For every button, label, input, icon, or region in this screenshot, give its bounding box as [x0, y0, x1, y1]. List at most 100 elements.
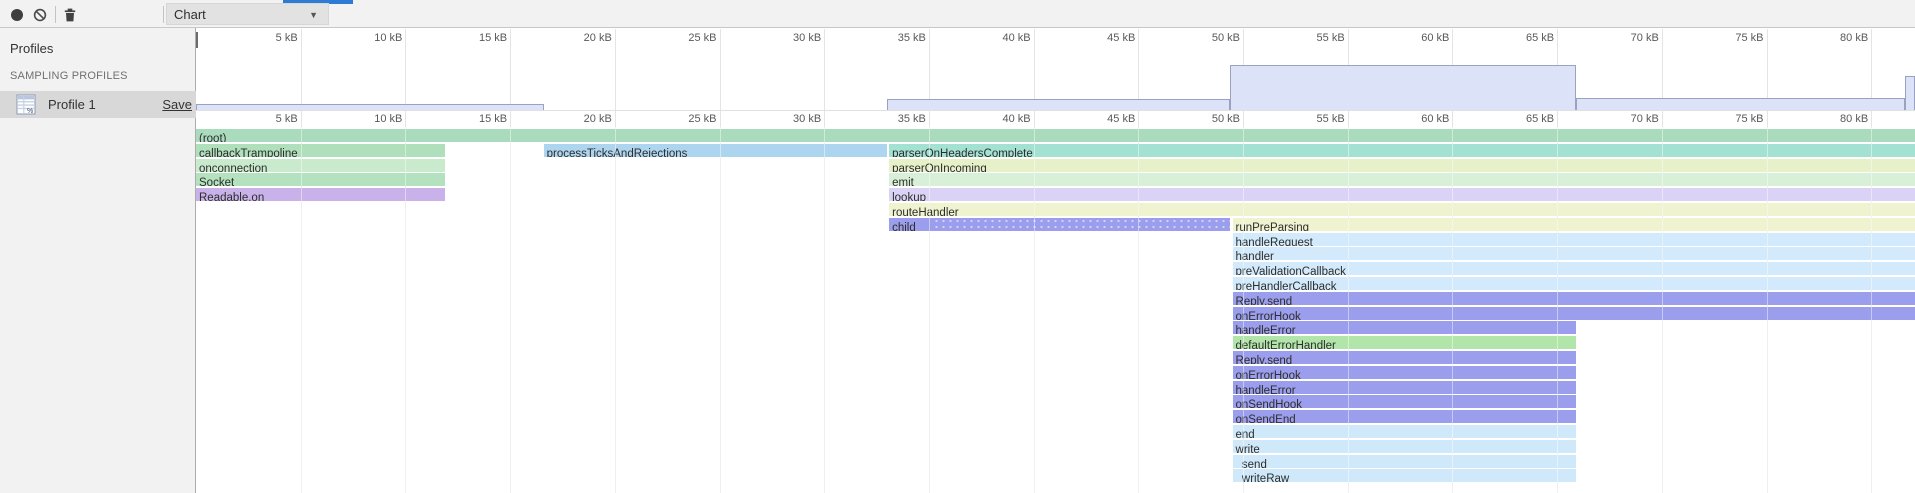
flame-frame[interactable]: _writeRaw — [1233, 469, 1576, 482]
overview-axis-tick: 15 kB — [447, 32, 507, 44]
flame-gridline-highlight — [1871, 127, 1872, 493]
flame-axis-tick: 70 kB — [1599, 113, 1659, 125]
flame-frame-label: Reply.send — [1233, 296, 1293, 305]
clear-icon — [32, 7, 48, 23]
delete-button[interactable] — [62, 7, 78, 23]
overview-gridline — [510, 29, 511, 110]
flame-axis-tick: 30 kB — [761, 113, 821, 125]
flame-frame[interactable]: defaultErrorHandler — [1233, 336, 1576, 349]
flame-gridline-highlight — [929, 127, 930, 493]
flame-axis-tick: 50 kB — [1180, 113, 1240, 125]
flame-axis-tick: 60 kB — [1389, 113, 1449, 125]
flame-frame[interactable]: preValidationCallback — [1233, 262, 1915, 275]
flame-frame[interactable]: preHandlerCallback — [1233, 277, 1915, 290]
flame-frame[interactable]: _send — [1233, 455, 1576, 468]
sidebar-section-label: SAMPLING PROFILES — [10, 70, 128, 82]
flame-frame-label: parserOnIncoming — [889, 163, 987, 172]
flame-gridline-highlight — [301, 127, 302, 493]
overview-axis-tick: 5 kB — [238, 32, 298, 44]
flame-frame-label: handleError — [1233, 385, 1296, 394]
flame-axis-tick: 80 kB — [1808, 113, 1868, 125]
toolbar-separator — [55, 6, 56, 23]
flame-axis-tick: 75 kB — [1704, 113, 1764, 125]
overview-axis-tick: 10 kB — [342, 32, 402, 44]
flame-frame-label: handleError — [1233, 325, 1296, 334]
flame-gridline-highlight — [1767, 127, 1768, 493]
record-icon — [11, 9, 23, 21]
view-mode-select[interactable]: Chart ▼ — [166, 3, 329, 25]
flame-frame[interactable]: Reply.send — [1233, 351, 1576, 364]
sidebar-item-profile-1[interactable]: % Profile 1 Save — [0, 91, 196, 118]
toolbar-separator — [163, 6, 164, 23]
aggregated-dots-pattern — [933, 218, 1230, 231]
overview-axis-tick: 70 kB — [1599, 32, 1659, 44]
overview-memory-step — [196, 104, 544, 110]
flame-gridline-highlight — [1452, 127, 1453, 493]
flame-frame-label: onconnection — [196, 163, 267, 172]
flame-frame[interactable]: handleRequest — [1233, 233, 1915, 246]
flame-chart-pane[interactable]: 5 kB5 kB10 kB10 kB15 kB15 kB20 kB20 kB25… — [196, 28, 1915, 493]
flame-axis-tick: 5 kB — [238, 113, 298, 125]
flame-frame-label: emit — [889, 177, 914, 186]
flame-frame[interactable]: child — [889, 218, 1230, 231]
profiler-app: Chart ▼ Profiles SAMPLING PROFILES % Pro… — [0, 0, 1915, 493]
toolbar: Chart ▼ — [0, 0, 1915, 28]
flame-gridline-highlight — [720, 127, 721, 493]
flame-frame[interactable]: onErrorHook — [1233, 366, 1576, 379]
flame-frame[interactable]: end — [1233, 425, 1576, 438]
flame-frame[interactable]: parserOnHeadersComplete — [889, 144, 1915, 157]
overview-axis-tick: 45 kB — [1075, 32, 1135, 44]
flame-frame[interactable]: callbackTrampoline — [196, 144, 445, 157]
flame-frame[interactable]: lookup — [889, 188, 1915, 201]
overview-memory-step — [887, 99, 1230, 110]
overview-axis-tick: 60 kB — [1389, 32, 1449, 44]
overview-axis-tick: 50 kB — [1180, 32, 1240, 44]
flame-frame[interactable]: handleError — [1233, 381, 1576, 394]
sidebar: Profiles SAMPLING PROFILES % Profile 1 S… — [0, 28, 196, 493]
flame-frame[interactable]: handler — [1233, 247, 1915, 260]
flame-frame-label: preValidationCallback — [1233, 266, 1346, 275]
svg-text:%: % — [27, 108, 33, 115]
flame-frame[interactable]: (root) — [196, 129, 1915, 142]
flame-gridline-highlight — [1662, 127, 1663, 493]
flame-frame[interactable]: write_ — [1233, 440, 1576, 453]
overview-axis-tick: 35 kB — [866, 32, 926, 44]
flame-axis-tick: 35 kB — [866, 113, 926, 125]
flame-frame[interactable]: routeHandler — [889, 203, 1915, 216]
flame-frame-label: child — [889, 222, 916, 231]
record-button[interactable] — [9, 7, 25, 23]
flame-frame[interactable]: Readable.on — [196, 188, 445, 201]
flame-frame-label: parserOnHeadersComplete — [889, 148, 1033, 157]
overview-axis-tick: 40 kB — [971, 32, 1031, 44]
flame-gridline-highlight — [1348, 127, 1349, 493]
overview-separator — [196, 110, 1915, 111]
profile-name: Profile 1 — [48, 97, 96, 112]
flame-axis-tick: 25 kB — [657, 113, 717, 125]
flame-frame[interactable]: emit — [889, 173, 1915, 186]
clear-button[interactable] — [32, 7, 48, 23]
flame-frame-label: handler — [1233, 251, 1274, 260]
overview-axis-tick: 80 kB — [1808, 32, 1868, 44]
overview-memory-step — [1576, 98, 1905, 110]
flame-frame[interactable]: runPreParsing — [1233, 218, 1915, 231]
flame-frame[interactable]: onconnection — [196, 159, 445, 172]
flame-frame[interactable]: Socket — [196, 173, 445, 186]
flame-frame[interactable]: processTicksAndRejections — [544, 144, 887, 157]
flame-frame[interactable]: handleError — [1233, 321, 1576, 334]
overview-range-grip[interactable] — [196, 32, 198, 48]
overview-gridline — [405, 29, 406, 110]
flame-frame[interactable]: onSendEnd — [1233, 410, 1576, 423]
flame-gridline-highlight — [1138, 127, 1139, 493]
flame-axis-tick: 10 kB — [342, 113, 402, 125]
flame-frame[interactable]: Reply.send — [1233, 292, 1915, 305]
flame-frame-label: defaultErrorHandler — [1233, 340, 1336, 349]
flame-frame[interactable]: onSendHook — [1233, 395, 1576, 408]
flame-frame[interactable]: onErrorHook — [1233, 307, 1915, 320]
profile-spreadsheet-icon: % — [16, 94, 37, 120]
save-link[interactable]: Save — [162, 97, 192, 112]
flame-frame[interactable]: parserOnIncoming — [889, 159, 1915, 172]
flame-frame-label: _writeRaw — [1233, 473, 1290, 482]
overview-gridline — [615, 29, 616, 110]
overview-axis-tick: 75 kB — [1704, 32, 1764, 44]
flame-axis-tick: 65 kB — [1494, 113, 1554, 125]
